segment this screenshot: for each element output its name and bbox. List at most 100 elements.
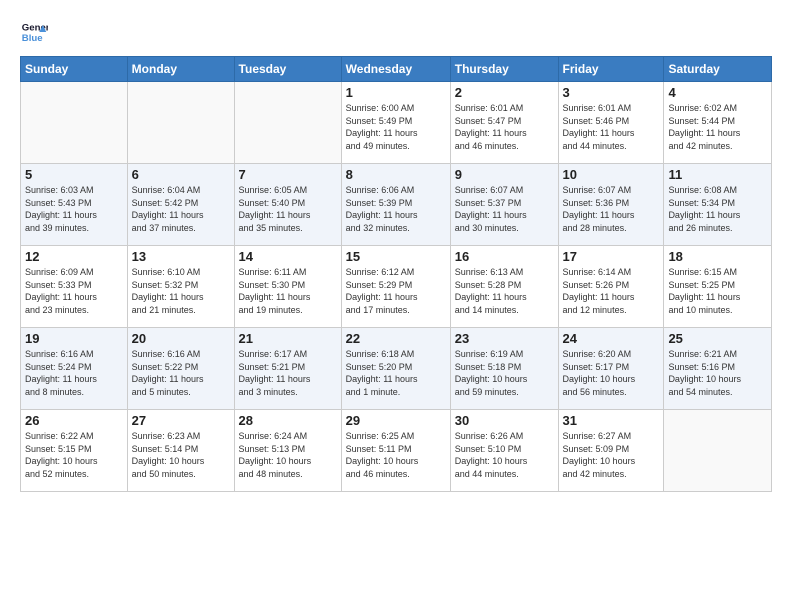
- calendar-week-row: 19 Sunrise: 6:16 AM Sunset: 5:24 PM Dayli…: [21, 328, 772, 410]
- day-number: 14: [239, 249, 337, 264]
- calendar-day-cell: 14 Sunrise: 6:11 AM Sunset: 5:30 PM Dayli…: [234, 246, 341, 328]
- day-number: 18: [668, 249, 767, 264]
- day-number: 30: [455, 413, 554, 428]
- day-number: 9: [455, 167, 554, 182]
- day-info: Sunrise: 6:25 AM Sunset: 5:11 PM Dayligh…: [346, 430, 446, 480]
- day-info: Sunrise: 6:17 AM Sunset: 5:21 PM Dayligh…: [239, 348, 337, 398]
- calendar-day-cell: 19 Sunrise: 6:16 AM Sunset: 5:24 PM Dayli…: [21, 328, 128, 410]
- calendar-day-cell: 8 Sunrise: 6:06 AM Sunset: 5:39 PM Daylig…: [341, 164, 450, 246]
- day-number: 22: [346, 331, 446, 346]
- calendar-day-cell: 17 Sunrise: 6:14 AM Sunset: 5:26 PM Dayli…: [558, 246, 664, 328]
- calendar-day-cell: 9 Sunrise: 6:07 AM Sunset: 5:37 PM Daylig…: [450, 164, 558, 246]
- day-info: Sunrise: 6:06 AM Sunset: 5:39 PM Dayligh…: [346, 184, 446, 234]
- day-info: Sunrise: 6:24 AM Sunset: 5:13 PM Dayligh…: [239, 430, 337, 480]
- day-number: 15: [346, 249, 446, 264]
- day-number: 20: [132, 331, 230, 346]
- day-info: Sunrise: 6:00 AM Sunset: 5:49 PM Dayligh…: [346, 102, 446, 152]
- calendar-day-cell: 29 Sunrise: 6:25 AM Sunset: 5:11 PM Dayli…: [341, 410, 450, 492]
- calendar-day-cell: 18 Sunrise: 6:15 AM Sunset: 5:25 PM Dayli…: [664, 246, 772, 328]
- day-info: Sunrise: 6:07 AM Sunset: 5:37 PM Dayligh…: [455, 184, 554, 234]
- logo: General Blue: [20, 18, 52, 46]
- calendar-day-cell: 7 Sunrise: 6:05 AM Sunset: 5:40 PM Daylig…: [234, 164, 341, 246]
- day-info: Sunrise: 6:01 AM Sunset: 5:46 PM Dayligh…: [563, 102, 660, 152]
- calendar-day-cell: 6 Sunrise: 6:04 AM Sunset: 5:42 PM Daylig…: [127, 164, 234, 246]
- calendar-day-cell: 24 Sunrise: 6:20 AM Sunset: 5:17 PM Dayli…: [558, 328, 664, 410]
- day-info: Sunrise: 6:16 AM Sunset: 5:22 PM Dayligh…: [132, 348, 230, 398]
- calendar-day-cell: 2 Sunrise: 6:01 AM Sunset: 5:47 PM Daylig…: [450, 82, 558, 164]
- calendar-day-cell: 12 Sunrise: 6:09 AM Sunset: 5:33 PM Dayli…: [21, 246, 128, 328]
- day-info: Sunrise: 6:22 AM Sunset: 5:15 PM Dayligh…: [25, 430, 123, 480]
- day-number: 19: [25, 331, 123, 346]
- header: General Blue: [20, 18, 772, 46]
- calendar-day-cell: 4 Sunrise: 6:02 AM Sunset: 5:44 PM Daylig…: [664, 82, 772, 164]
- day-number: 29: [346, 413, 446, 428]
- day-info: Sunrise: 6:19 AM Sunset: 5:18 PM Dayligh…: [455, 348, 554, 398]
- calendar-day-cell: 25 Sunrise: 6:21 AM Sunset: 5:16 PM Dayli…: [664, 328, 772, 410]
- day-info: Sunrise: 6:02 AM Sunset: 5:44 PM Dayligh…: [668, 102, 767, 152]
- day-info: Sunrise: 6:10 AM Sunset: 5:32 PM Dayligh…: [132, 266, 230, 316]
- calendar-day-cell: 13 Sunrise: 6:10 AM Sunset: 5:32 PM Dayli…: [127, 246, 234, 328]
- day-number: 3: [563, 85, 660, 100]
- calendar-day-cell: 10 Sunrise: 6:07 AM Sunset: 5:36 PM Dayli…: [558, 164, 664, 246]
- calendar-week-row: 26Sunrise: 6:22 AM Sunset: 5:15 PM Dayli…: [21, 410, 772, 492]
- day-info: Sunrise: 6:08 AM Sunset: 5:34 PM Dayligh…: [668, 184, 767, 234]
- day-number: 28: [239, 413, 337, 428]
- day-number: 13: [132, 249, 230, 264]
- day-info: Sunrise: 6:13 AM Sunset: 5:28 PM Dayligh…: [455, 266, 554, 316]
- day-info: Sunrise: 6:04 AM Sunset: 5:42 PM Dayligh…: [132, 184, 230, 234]
- day-info: Sunrise: 6:01 AM Sunset: 5:47 PM Dayligh…: [455, 102, 554, 152]
- calendar-day-cell: 1 Sunrise: 6:00 AM Sunset: 5:49 PM Daylig…: [341, 82, 450, 164]
- day-info: Sunrise: 6:12 AM Sunset: 5:29 PM Dayligh…: [346, 266, 446, 316]
- day-number: 10: [563, 167, 660, 182]
- day-number: 5: [25, 167, 123, 182]
- calendar-day-cell: [234, 82, 341, 164]
- calendar-day-cell: 28 Sunrise: 6:24 AM Sunset: 5:13 PM Dayli…: [234, 410, 341, 492]
- calendar-day-cell: [21, 82, 128, 164]
- day-number: 2: [455, 85, 554, 100]
- day-number: 17: [563, 249, 660, 264]
- day-info: Sunrise: 6:09 AM Sunset: 5:33 PM Dayligh…: [25, 266, 123, 316]
- weekday-header-saturday: Saturday: [664, 57, 772, 82]
- day-info: Sunrise: 6:05 AM Sunset: 5:40 PM Dayligh…: [239, 184, 337, 234]
- calendar-day-cell: 15 Sunrise: 6:12 AM Sunset: 5:29 PM Dayli…: [341, 246, 450, 328]
- day-info: Sunrise: 6:20 AM Sunset: 5:17 PM Dayligh…: [563, 348, 660, 398]
- logo-icon: General Blue: [20, 18, 48, 46]
- day-number: 31: [563, 413, 660, 428]
- calendar-day-cell: 30 Sunrise: 6:26 AM Sunset: 5:10 PM Dayli…: [450, 410, 558, 492]
- calendar-day-cell: 26Sunrise: 6:22 AM Sunset: 5:15 PM Dayli…: [21, 410, 128, 492]
- day-number: 12: [25, 249, 123, 264]
- day-number: 7: [239, 167, 337, 182]
- calendar-day-cell: 21Sunrise: 6:17 AM Sunset: 5:21 PM Dayli…: [234, 328, 341, 410]
- calendar-day-cell: 16 Sunrise: 6:13 AM Sunset: 5:28 PM Dayli…: [450, 246, 558, 328]
- day-info: Sunrise: 6:27 AM Sunset: 5:09 PM Dayligh…: [563, 430, 660, 480]
- day-info: Sunrise: 6:21 AM Sunset: 5:16 PM Dayligh…: [668, 348, 767, 398]
- day-number: 23: [455, 331, 554, 346]
- day-number: 6: [132, 167, 230, 182]
- day-number: 16: [455, 249, 554, 264]
- day-number: 1: [346, 85, 446, 100]
- day-info: Sunrise: 6:11 AM Sunset: 5:30 PM Dayligh…: [239, 266, 337, 316]
- day-number: 4: [668, 85, 767, 100]
- day-info: Sunrise: 6:07 AM Sunset: 5:36 PM Dayligh…: [563, 184, 660, 234]
- calendar-week-row: 5Sunrise: 6:03 AM Sunset: 5:43 PM Daylig…: [21, 164, 772, 246]
- day-number: 24: [563, 331, 660, 346]
- day-number: 8: [346, 167, 446, 182]
- day-info: Sunrise: 6:15 AM Sunset: 5:25 PM Dayligh…: [668, 266, 767, 316]
- calendar: SundayMondayTuesdayWednesdayThursdayFrid…: [20, 56, 772, 492]
- day-info: Sunrise: 6:14 AM Sunset: 5:26 PM Dayligh…: [563, 266, 660, 316]
- day-number: 25: [668, 331, 767, 346]
- calendar-day-cell: 20 Sunrise: 6:16 AM Sunset: 5:22 PM Dayli…: [127, 328, 234, 410]
- day-info: Sunrise: 6:26 AM Sunset: 5:10 PM Dayligh…: [455, 430, 554, 480]
- weekday-header-row: SundayMondayTuesdayWednesdayThursdayFrid…: [21, 57, 772, 82]
- calendar-day-cell: 23 Sunrise: 6:19 AM Sunset: 5:18 PM Dayli…: [450, 328, 558, 410]
- weekday-header-friday: Friday: [558, 57, 664, 82]
- calendar-day-cell: 3 Sunrise: 6:01 AM Sunset: 5:46 PM Daylig…: [558, 82, 664, 164]
- day-info: Sunrise: 6:16 AM Sunset: 5:24 PM Dayligh…: [25, 348, 123, 398]
- day-info: Sunrise: 6:18 AM Sunset: 5:20 PM Dayligh…: [346, 348, 446, 398]
- calendar-day-cell: 5Sunrise: 6:03 AM Sunset: 5:43 PM Daylig…: [21, 164, 128, 246]
- calendar-day-cell: [127, 82, 234, 164]
- weekday-header-thursday: Thursday: [450, 57, 558, 82]
- calendar-day-cell: [664, 410, 772, 492]
- page: General Blue SundayMondayTuesdayWednesda…: [0, 0, 792, 612]
- day-info: Sunrise: 6:23 AM Sunset: 5:14 PM Dayligh…: [132, 430, 230, 480]
